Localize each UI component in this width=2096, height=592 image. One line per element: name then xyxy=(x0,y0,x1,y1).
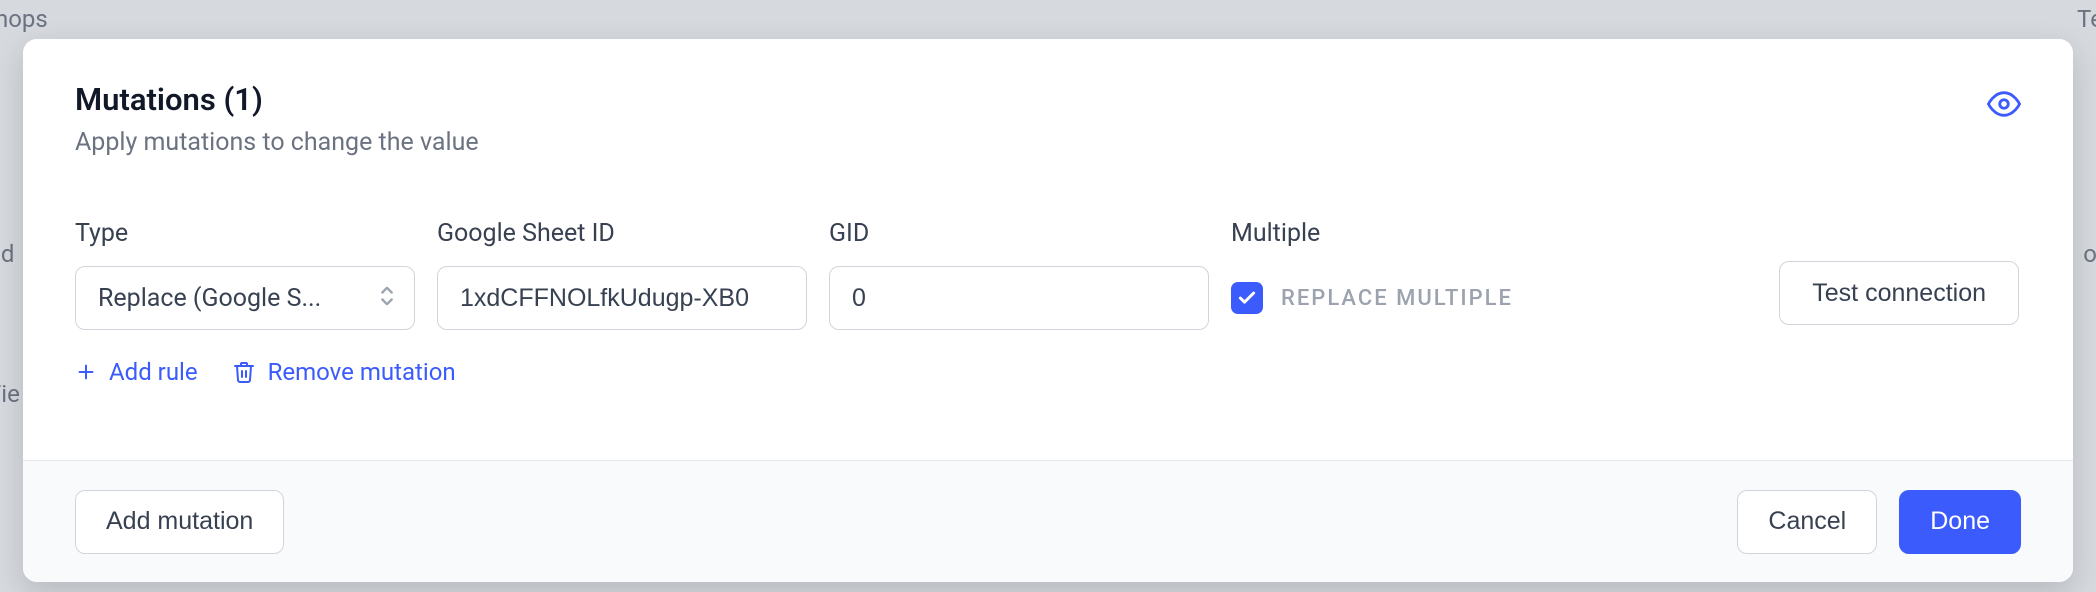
sheet-id-input[interactable] xyxy=(437,266,807,330)
multiple-label: Multiple xyxy=(1231,219,1513,248)
trash-icon xyxy=(232,360,256,384)
modal-body: Mutations (1) Apply mutations to change … xyxy=(23,39,2073,460)
plus-icon xyxy=(75,361,97,383)
type-select-value: Replace (Google S... xyxy=(75,266,415,330)
bg-text: oin xyxy=(2083,240,2096,268)
gid-input[interactable] xyxy=(829,266,1209,330)
modal-footer: Add mutation Cancel Done xyxy=(23,460,2073,582)
mutations-modal: Mutations (1) Apply mutations to change … xyxy=(23,39,2073,582)
multiple-checkbox[interactable] xyxy=(1231,282,1263,314)
cancel-button[interactable]: Cancel xyxy=(1737,490,1877,554)
test-connection-field: Test connection xyxy=(1535,219,2021,325)
bg-text: hops xyxy=(0,5,48,33)
multiple-control: REPLACE MULTIPLE xyxy=(1231,266,1513,330)
multiple-checkbox-label: REPLACE MULTIPLE xyxy=(1281,286,1513,311)
remove-mutation-label: Remove mutation xyxy=(268,358,456,386)
type-select[interactable]: Replace (Google S... xyxy=(75,266,415,330)
eye-icon[interactable] xyxy=(1987,87,2021,125)
add-rule-link[interactable]: Add rule xyxy=(75,358,198,386)
fields-row: Type Replace (Google S... Google Sheet I… xyxy=(75,219,2021,330)
bg-text: Tea xyxy=(2077,5,2096,33)
type-field: Type Replace (Google S... xyxy=(75,219,415,330)
modal-subtitle: Apply mutations to change the value xyxy=(75,128,479,157)
row-actions: Add rule Remove mutation xyxy=(75,358,2021,386)
bg-text: Fie xyxy=(0,380,20,408)
sheet-id-field: Google Sheet ID xyxy=(437,219,807,330)
modal-header: Mutations (1) Apply mutations to change … xyxy=(75,81,2021,157)
add-mutation-button[interactable]: Add mutation xyxy=(75,490,284,554)
add-rule-label: Add rule xyxy=(109,358,198,386)
multiple-field: Multiple REPLACE MULTIPLE xyxy=(1231,219,1513,330)
test-connection-button[interactable]: Test connection xyxy=(1779,261,2019,325)
gid-label: GID xyxy=(829,219,1209,248)
gid-field: GID xyxy=(829,219,1209,330)
type-label: Type xyxy=(75,219,415,248)
bg-text: ld xyxy=(0,240,14,268)
remove-mutation-link[interactable]: Remove mutation xyxy=(232,358,456,386)
done-button[interactable]: Done xyxy=(1899,490,2021,554)
modal-title: Mutations (1) xyxy=(75,81,479,118)
footer-right: Cancel Done xyxy=(1737,490,2021,554)
header-text: Mutations (1) Apply mutations to change … xyxy=(75,81,479,157)
sheet-id-label: Google Sheet ID xyxy=(437,219,807,248)
